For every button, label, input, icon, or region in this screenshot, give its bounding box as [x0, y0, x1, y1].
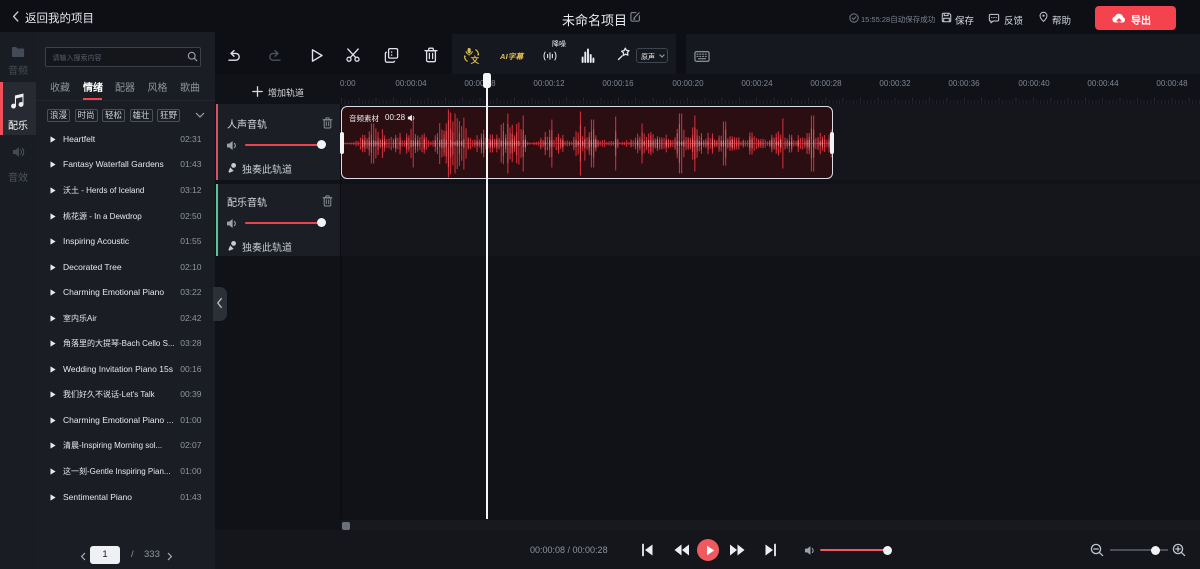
svg-text:文: 文 [471, 55, 480, 64]
